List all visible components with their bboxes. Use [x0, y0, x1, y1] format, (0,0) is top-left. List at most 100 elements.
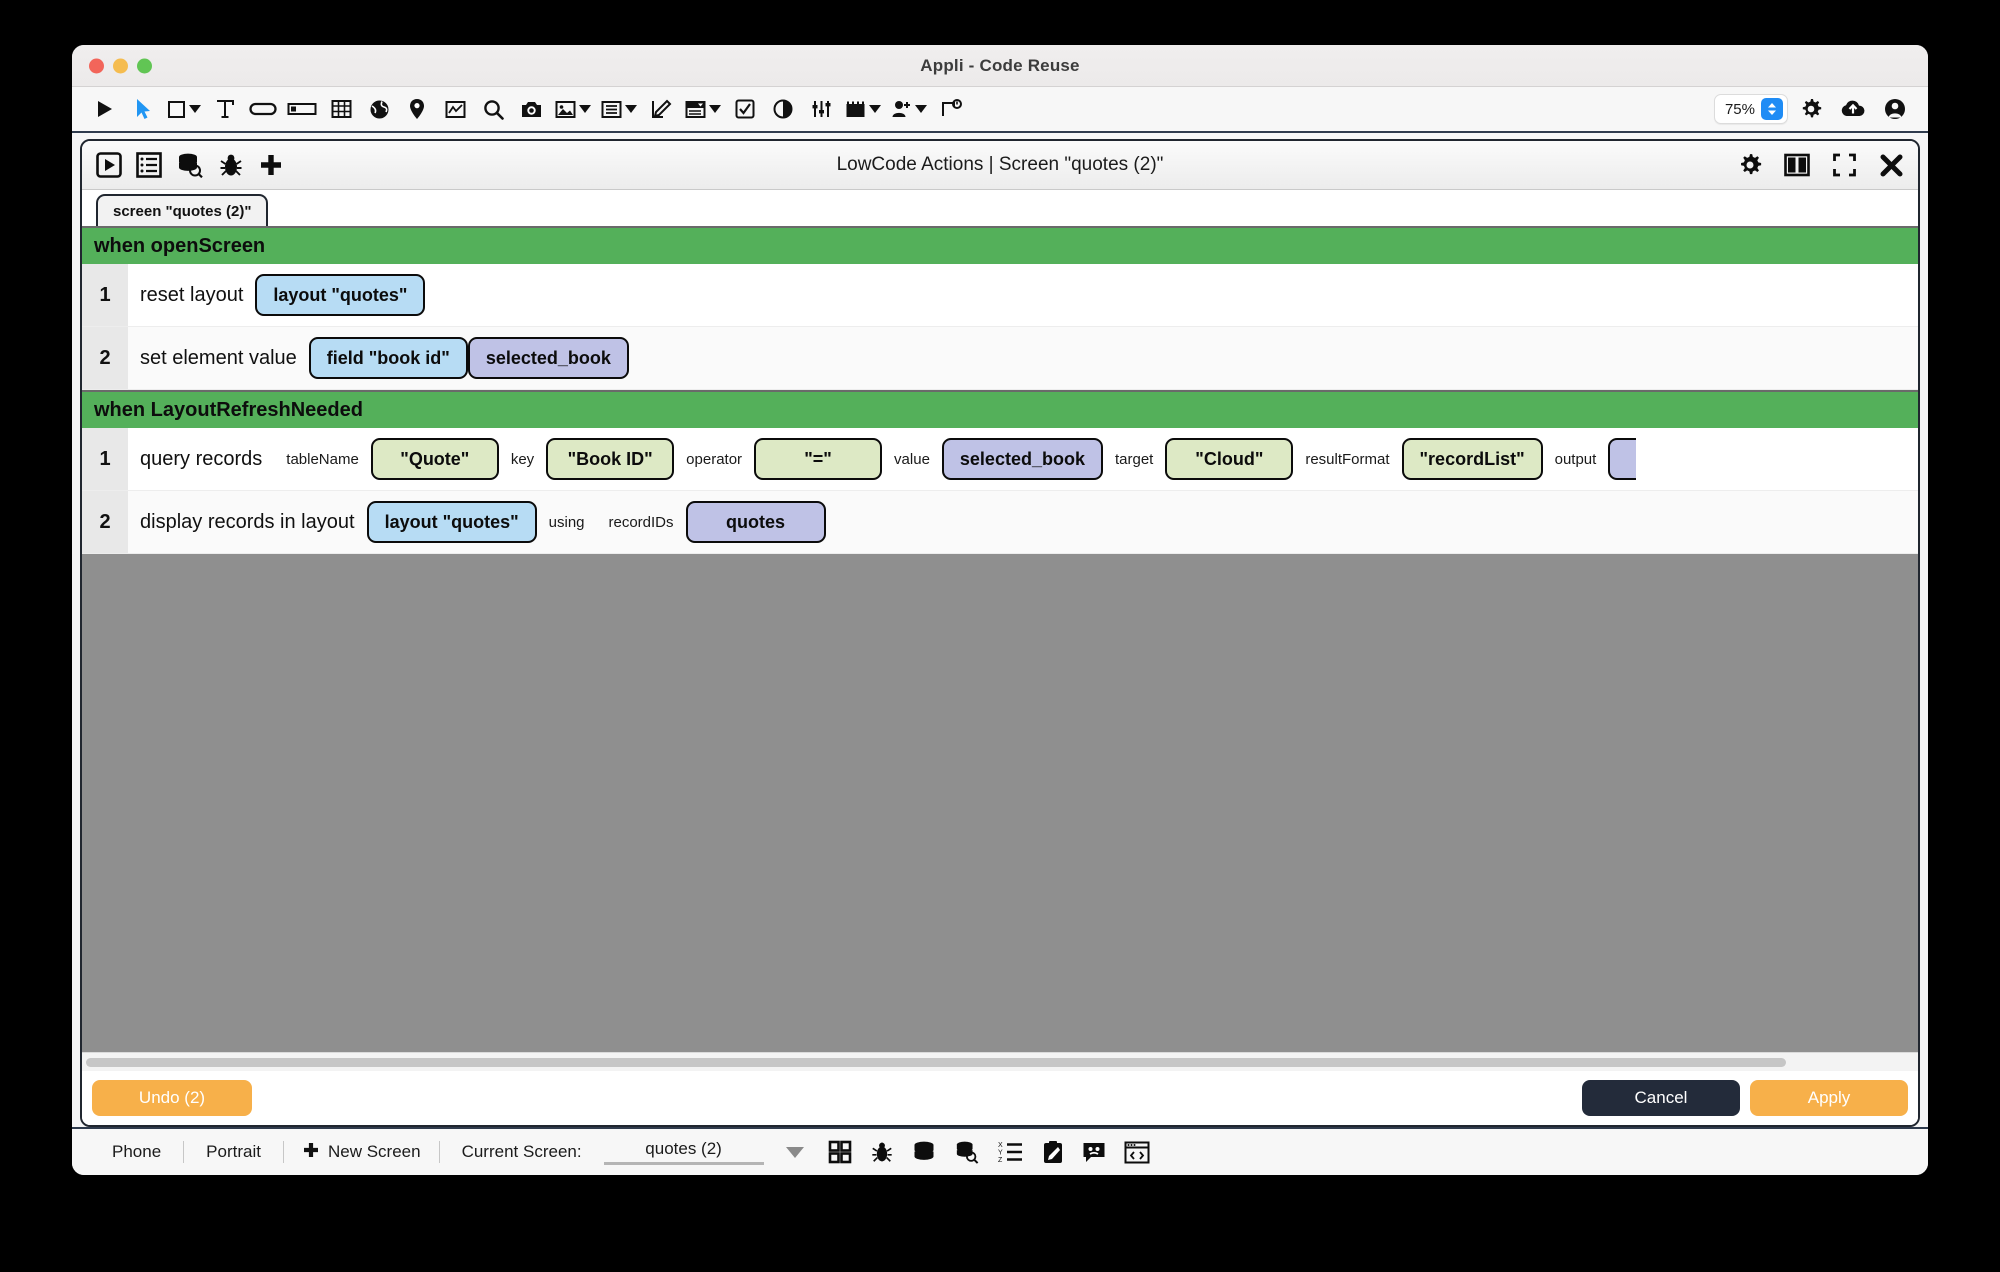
image-icon[interactable]	[550, 92, 596, 126]
push-notification-icon[interactable]	[932, 92, 970, 126]
web-view-icon[interactable]	[360, 92, 398, 126]
chip-target-cloud[interactable]: "Cloud"	[1165, 438, 1294, 480]
table-row[interactable]: 1 query records tableName "Quote" key "B…	[82, 428, 1918, 491]
code-preview-icon[interactable]	[1124, 1141, 1150, 1164]
zoom-value: 75%	[1724, 100, 1755, 118]
text-tool-icon[interactable]	[206, 92, 244, 126]
undo-button[interactable]: Undo (2)	[92, 1080, 252, 1116]
chevron-down-icon[interactable]	[579, 105, 591, 113]
chevron-down-icon[interactable]	[709, 105, 721, 113]
row-number: 2	[82, 491, 128, 553]
actions-list-icon[interactable]	[136, 152, 162, 178]
rectangle-shape-icon[interactable]	[162, 92, 206, 126]
close-panel-icon[interactable]	[1879, 153, 1904, 178]
bottom-status-bar: Phone Portrait New Screen Current Screen…	[72, 1127, 1928, 1175]
screen-tab-strip: screen "quotes (2)"	[82, 190, 1918, 226]
table-row[interactable]: 2 set element value field "book id" sele…	[82, 327, 1918, 390]
action-verb[interactable]: display records in layout	[140, 511, 355, 534]
canvas-horizontal-scrollbar[interactable]	[82, 1052, 1918, 1071]
date-picker-icon[interactable]	[840, 92, 886, 126]
add-user-icon[interactable]	[886, 92, 932, 126]
cursor-select-icon[interactable]	[124, 92, 162, 126]
new-screen-label: New Screen	[327, 1142, 421, 1161]
lowcode-panel-header: LowCode Actions | Screen "quotes (2)"	[82, 141, 1918, 190]
debug-bug-icon[interactable]	[870, 1140, 894, 1164]
signature-icon[interactable]	[642, 92, 680, 126]
toggle-icon[interactable]	[764, 92, 802, 126]
map-pin-icon[interactable]	[398, 92, 436, 126]
chip-operator-equals[interactable]: "="	[754, 438, 883, 480]
list-icon[interactable]	[596, 92, 642, 126]
play-icon[interactable]	[86, 92, 124, 126]
close-window-button[interactable]	[89, 58, 104, 73]
chip-resultformat-recordlist[interactable]: "recordList"	[1401, 438, 1543, 480]
database-icon[interactable]	[912, 1140, 936, 1164]
action-verb[interactable]: set element value	[140, 347, 297, 370]
device-type-label[interactable]: Phone	[90, 1142, 183, 1162]
status-bar-icons: X Y Z	[828, 1140, 1150, 1164]
param-label-recordids: recordIDs	[608, 513, 674, 531]
account-icon[interactable]	[1876, 92, 1914, 126]
screens-grid-icon[interactable]	[828, 1140, 852, 1164]
chip-layout-quotes[interactable]: layout "quotes"	[255, 274, 426, 316]
chip-display-layout-quotes[interactable]: layout "quotes"	[366, 501, 537, 543]
window-titlebar: Appli - Code Reuse	[72, 45, 1928, 87]
checkbox-icon[interactable]	[726, 92, 764, 126]
minimize-window-button[interactable]	[113, 58, 128, 73]
dropdown-control-icon[interactable]	[680, 92, 726, 126]
scrollbar-thumb[interactable]	[86, 1057, 1787, 1067]
chip-key-book-id[interactable]: "Book ID"	[546, 438, 675, 480]
table-row[interactable]: 2 display records in layout layout "quot…	[82, 491, 1918, 554]
zoom-window-button[interactable]	[137, 58, 152, 73]
chevron-down-icon[interactable]	[625, 105, 637, 113]
plus-icon	[302, 1141, 320, 1164]
chip-recordids-quotes[interactable]: quotes	[685, 501, 826, 543]
notes-icon[interactable]	[1042, 1140, 1064, 1164]
slider-icon[interactable]	[802, 92, 840, 126]
split-view-icon[interactable]	[1784, 153, 1810, 177]
chart-icon[interactable]	[436, 92, 474, 126]
tab-screen-quotes[interactable]: screen "quotes (2)"	[96, 194, 269, 226]
action-verb[interactable]: reset layout	[140, 284, 243, 307]
orientation-label[interactable]: Portrait	[184, 1142, 283, 1162]
cancel-button[interactable]: Cancel	[1582, 1080, 1740, 1116]
current-screen-value[interactable]: quotes (2)	[603, 1139, 764, 1165]
table-row[interactable]: 1 reset layout layout "quotes"	[82, 264, 1918, 327]
data-query-icon[interactable]	[176, 152, 204, 178]
row-content: display records in layout layout "quotes…	[128, 501, 1918, 543]
variables-list-icon[interactable]: X Y Z	[998, 1140, 1024, 1164]
chevron-down-icon[interactable]	[869, 105, 881, 113]
chip-table-quote[interactable]: "Quote"	[370, 438, 499, 480]
table-icon[interactable]	[322, 92, 360, 126]
chevron-down-icon[interactable]	[189, 105, 201, 113]
chip-output-clipped[interactable]	[1608, 438, 1637, 480]
button-icon[interactable]	[244, 92, 282, 126]
chat-icon[interactable]	[1082, 1140, 1106, 1164]
chevron-down-icon[interactable]	[785, 1146, 804, 1158]
settings-gear-icon[interactable]	[1792, 92, 1830, 126]
svg-text:X: X	[998, 1142, 1003, 1149]
text-field-icon[interactable]	[282, 92, 322, 126]
search-icon[interactable]	[474, 92, 512, 126]
apply-button[interactable]: Apply	[1750, 1080, 1908, 1116]
fullscreen-icon[interactable]	[1832, 153, 1857, 177]
chip-selected-book[interactable]: selected_book	[467, 337, 629, 379]
lowcode-left-toolbar	[96, 152, 284, 178]
action-verb[interactable]: query records	[140, 448, 262, 471]
event-header-layoutrefreshneeded[interactable]: when LayoutRefreshNeeded	[82, 390, 1918, 428]
stepper-arrows-icon[interactable]	[1761, 98, 1783, 120]
event-header-openscreen[interactable]: when openScreen	[82, 226, 1918, 264]
debug-icon[interactable]	[218, 152, 244, 178]
new-screen-button[interactable]: New Screen	[284, 1141, 439, 1164]
camera-icon[interactable]	[512, 92, 550, 126]
chip-field-book-id[interactable]: field "book id"	[308, 337, 468, 379]
run-actions-icon[interactable]	[96, 152, 122, 178]
chip-value-selected-book[interactable]: selected_book	[941, 438, 1103, 480]
chevron-down-icon[interactable]	[915, 105, 927, 113]
zoom-stepper[interactable]: 75%	[1713, 94, 1788, 124]
panel-settings-gear-icon[interactable]	[1738, 153, 1762, 177]
window-title: Appli - Code Reuse	[920, 55, 1080, 75]
cloud-upload-icon[interactable]	[1834, 92, 1872, 126]
add-action-icon[interactable]	[258, 152, 284, 178]
database-search-icon[interactable]	[954, 1140, 980, 1164]
